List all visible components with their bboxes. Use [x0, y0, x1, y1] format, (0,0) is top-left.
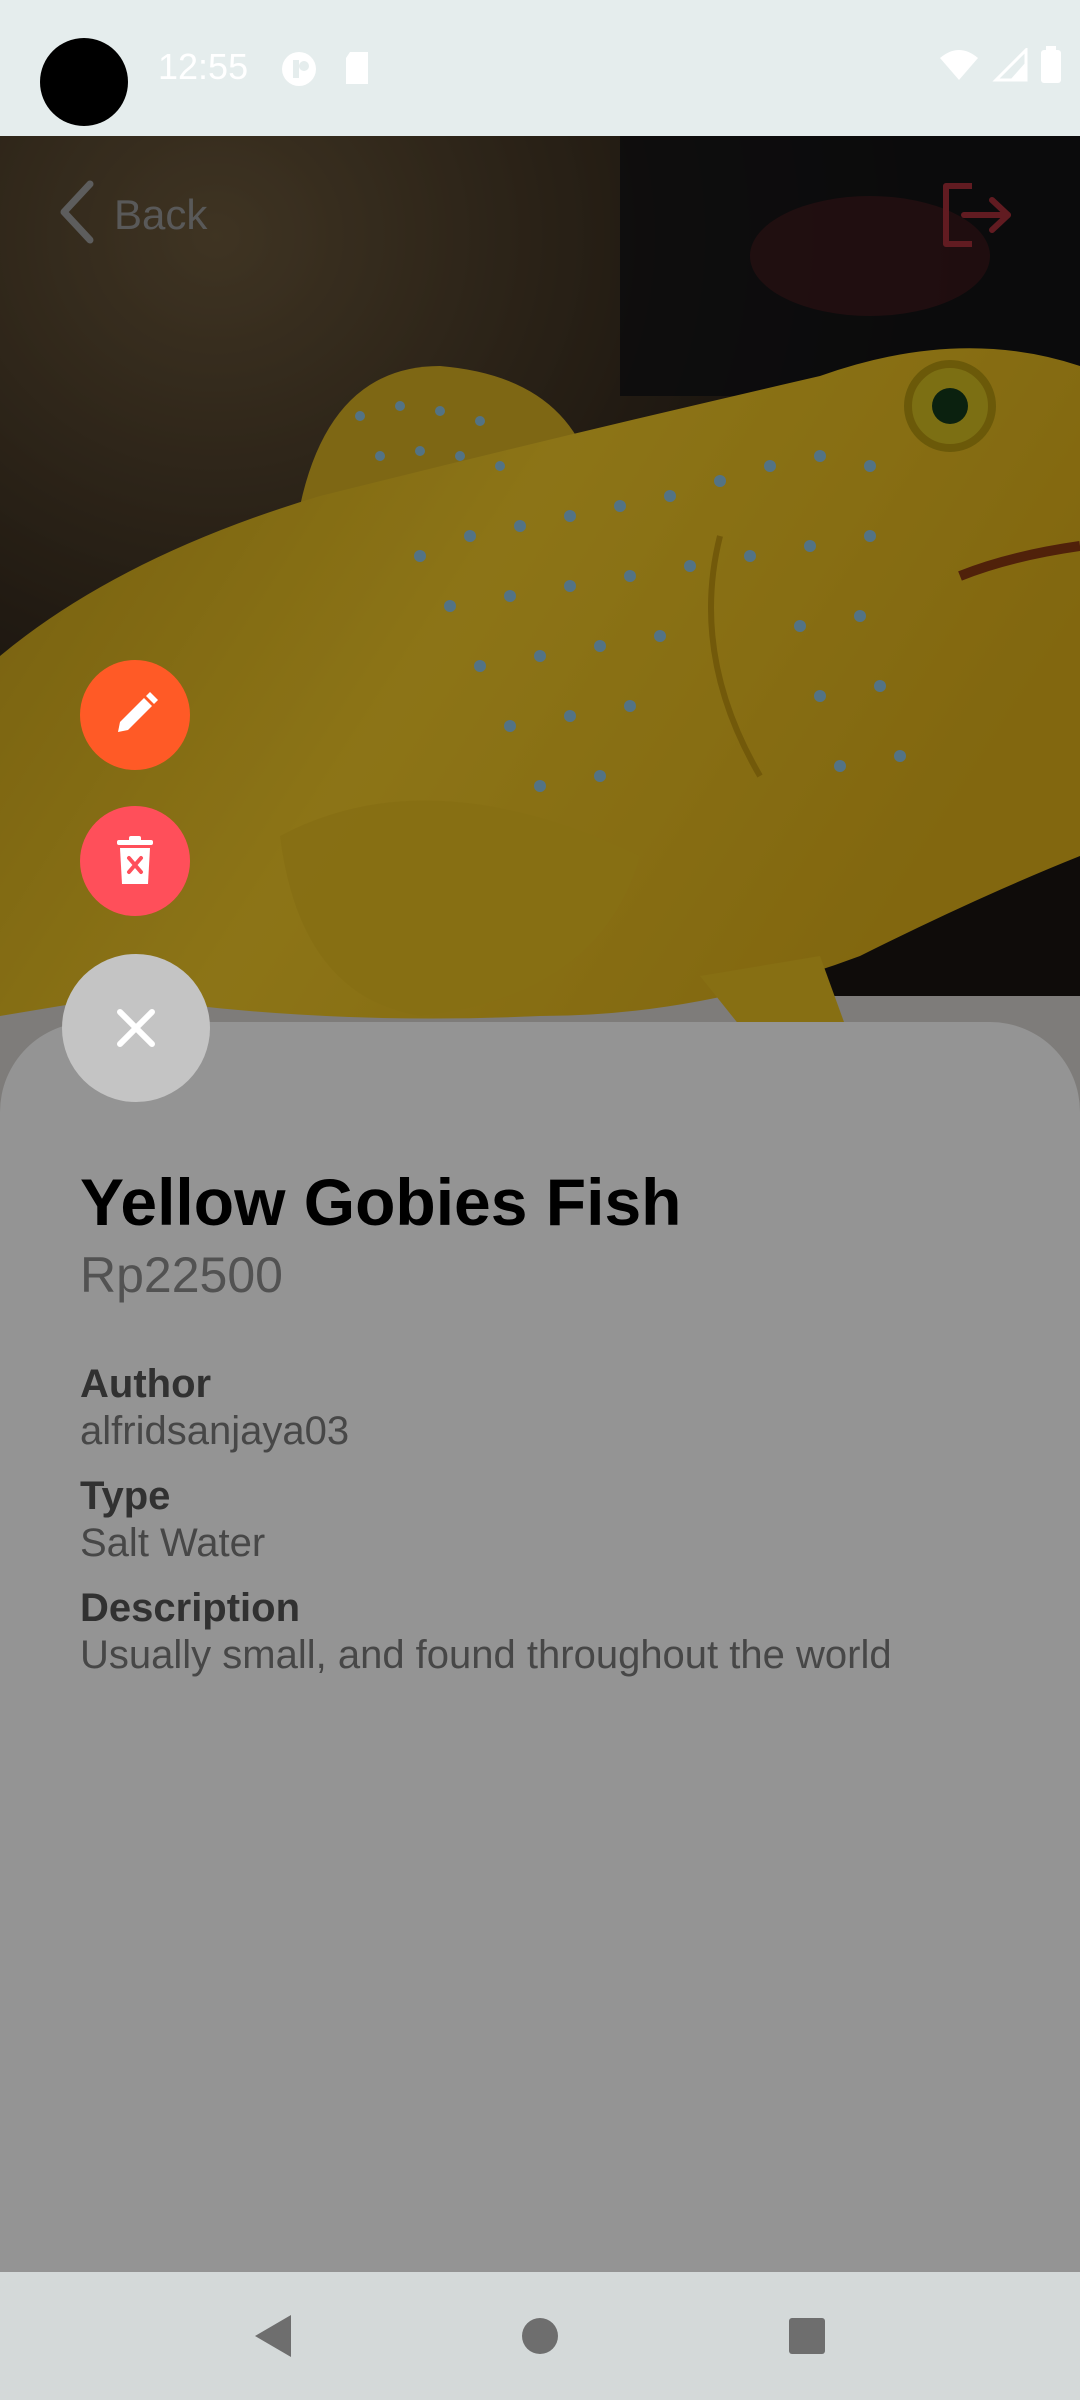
signal-icon: [992, 46, 1028, 87]
product-details: Yellow Gobies Fish Rp22500 Author alfrid…: [80, 1160, 1040, 1678]
author-label: Author: [80, 1362, 212, 1406]
wifi-icon: [938, 48, 980, 87]
nav-back-button[interactable]: [233, 2296, 313, 2376]
close-icon: [117, 1009, 155, 1047]
logout-icon: [943, 183, 1011, 247]
delete-button[interactable]: [80, 806, 190, 916]
logout-button[interactable]: [938, 180, 1014, 250]
back-label: Back: [114, 190, 208, 238]
back-button[interactable]: Back: [56, 180, 207, 249]
type-label: Type: [80, 1474, 171, 1518]
type-value: Salt Water: [80, 1521, 266, 1565]
status-time: 12:55: [158, 46, 249, 87]
pencil-icon: [118, 692, 158, 732]
system-nav-bar: [0, 2272, 1080, 2400]
nav-recents-button[interactable]: [767, 2296, 847, 2376]
description-value: Usually small, and found throughout the …: [80, 1633, 892, 1677]
chevron-left-icon: [56, 180, 96, 249]
product-name: Yellow Gobies Fish: [80, 1165, 682, 1239]
media-icon: [280, 50, 318, 93]
product-price: Rp22500: [80, 1247, 283, 1303]
home-circle-icon: [521, 2318, 558, 2354]
edit-button[interactable]: [80, 660, 190, 770]
description-label: Description: [80, 1586, 301, 1630]
nav-home-button[interactable]: [500, 2296, 580, 2376]
close-menu-button[interactable]: [62, 954, 210, 1102]
author-value: alfridsanjaya03: [80, 1409, 350, 1453]
battery-icon: [1040, 46, 1062, 89]
recents-square-icon: [788, 2318, 825, 2354]
camera-cutout: [40, 38, 128, 126]
trash-icon: [117, 836, 153, 884]
back-triangle-icon: [255, 2315, 292, 2357]
sd-card-icon: [342, 50, 372, 91]
status-bar: 12:55: [0, 0, 1080, 136]
